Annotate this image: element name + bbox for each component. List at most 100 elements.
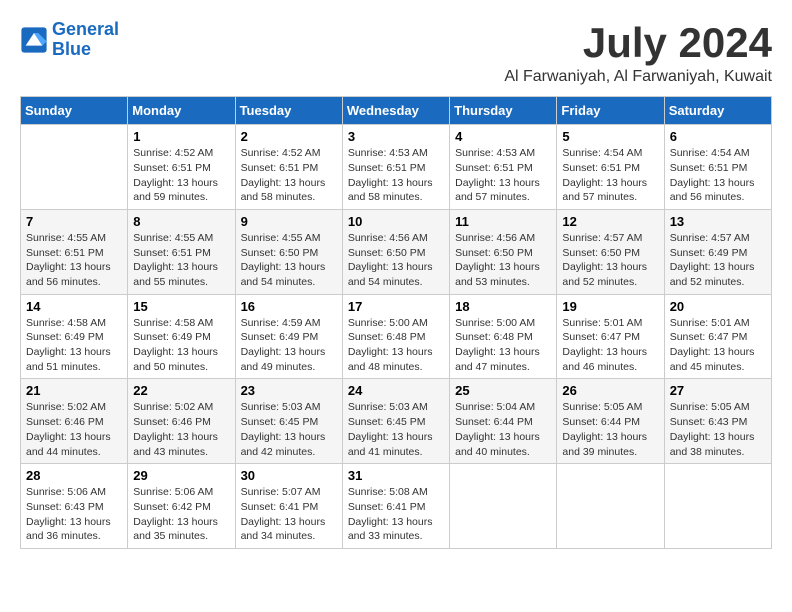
day-number: 4: [455, 129, 551, 144]
day-number: 15: [133, 299, 229, 314]
day-number: 10: [348, 214, 444, 229]
day-number: 2: [241, 129, 337, 144]
day-number: 22: [133, 383, 229, 398]
calendar-cell: 5Sunrise: 4:54 AM Sunset: 6:51 PM Daylig…: [557, 125, 664, 210]
header-sunday: Sunday: [21, 97, 128, 125]
day-info: Sunrise: 5:01 AM Sunset: 6:47 PM Dayligh…: [562, 316, 658, 375]
logo-line1: General: [52, 19, 119, 39]
month-title: July 2024: [504, 20, 772, 66]
logo-icon: [20, 26, 48, 54]
day-info: Sunrise: 5:08 AM Sunset: 6:41 PM Dayligh…: [348, 485, 444, 544]
day-info: Sunrise: 5:07 AM Sunset: 6:41 PM Dayligh…: [241, 485, 337, 544]
day-info: Sunrise: 5:06 AM Sunset: 6:42 PM Dayligh…: [133, 485, 229, 544]
calendar-cell: 18 Sunrise: 5:00 AM Sunset: 6:48 PM Dayli…: [450, 294, 557, 379]
day-info: Sunrise: 5:04 AM Sunset: 6:44 PM Dayligh…: [455, 400, 551, 459]
day-number: 27: [670, 383, 766, 398]
calendar-cell: 21Sunrise: 5:02 AM Sunset: 6:46 PM Dayli…: [21, 379, 128, 464]
calendar-cell: 31 Sunrise: 5:08 AM Sunset: 6:41 PM Dayli…: [342, 464, 449, 549]
header-thursday: Thursday: [450, 97, 557, 125]
day-number: 29: [133, 468, 229, 483]
day-number: 8: [133, 214, 229, 229]
week-row-5: 28Sunrise: 5:06 AM Sunset: 6:43 PM Dayli…: [21, 464, 772, 549]
calendar-table: SundayMondayTuesdayWednesdayThursdayFrid…: [20, 96, 772, 549]
day-number: 18: [455, 299, 551, 314]
day-number: 31: [348, 468, 444, 483]
calendar-cell: 1Sunrise: 4:52 AM Sunset: 6:51 PM Daylig…: [128, 125, 235, 210]
day-number: 25: [455, 383, 551, 398]
calendar-cell: 26 Sunrise: 5:05 AM Sunset: 6:44 PM Dayli…: [557, 379, 664, 464]
week-row-3: 14Sunrise: 4:58 AM Sunset: 6:49 PM Dayli…: [21, 294, 772, 379]
day-number: 9: [241, 214, 337, 229]
day-info: Sunrise: 5:05 AM Sunset: 6:43 PM Dayligh…: [670, 400, 766, 459]
calendar-cell: 30 Sunrise: 5:07 AM Sunset: 6:41 PM Dayli…: [235, 464, 342, 549]
calendar-cell: 13 Sunrise: 4:57 AM Sunset: 6:49 PM Dayli…: [664, 209, 771, 294]
day-number: 17: [348, 299, 444, 314]
day-info: Sunrise: 4:58 AM Sunset: 6:49 PM Dayligh…: [26, 316, 122, 375]
day-number: 11: [455, 214, 551, 229]
day-number: 30: [241, 468, 337, 483]
header-friday: Friday: [557, 97, 664, 125]
day-number: 26: [562, 383, 658, 398]
day-info: Sunrise: 5:02 AM Sunset: 6:46 PM Dayligh…: [133, 400, 229, 459]
day-info: Sunrise: 4:55 AM Sunset: 6:51 PM Dayligh…: [26, 231, 122, 290]
calendar-cell: 17 Sunrise: 5:00 AM Sunset: 6:48 PM Dayli…: [342, 294, 449, 379]
calendar-cell: 16 Sunrise: 4:59 AM Sunset: 6:49 PM Dayli…: [235, 294, 342, 379]
day-info: Sunrise: 4:56 AM Sunset: 6:50 PM Dayligh…: [455, 231, 551, 290]
week-row-1: 1 Sunrise: 4:52 AM Sunset: 6:51 PM Daylig…: [21, 125, 772, 210]
day-info: Sunrise: 4:53 AM Sunset: 6:51 PM Dayligh…: [455, 146, 551, 205]
calendar-cell: [21, 125, 128, 210]
header-tuesday: Tuesday: [235, 97, 342, 125]
calendar-cell: 12Sunrise: 4:57 AM Sunset: 6:50 PM Dayli…: [557, 209, 664, 294]
logo-line2: Blue: [52, 39, 91, 59]
day-info: Sunrise: 4:55 AM Sunset: 6:51 PM Dayligh…: [133, 231, 229, 290]
day-info: Sunrise: 5:03 AM Sunset: 6:45 PM Dayligh…: [241, 400, 337, 459]
day-info: Sunrise: 4:54 AM Sunset: 6:51 PM Dayligh…: [670, 146, 766, 205]
day-info: Sunrise: 5:03 AM Sunset: 6:45 PM Dayligh…: [348, 400, 444, 459]
day-number: 12: [562, 214, 658, 229]
day-number: 24: [348, 383, 444, 398]
day-info: Sunrise: 5:06 AM Sunset: 6:43 PM Dayligh…: [26, 485, 122, 544]
day-info: Sunrise: 4:59 AM Sunset: 6:49 PM Dayligh…: [241, 316, 337, 375]
day-number: 20: [670, 299, 766, 314]
header-saturday: Saturday: [664, 97, 771, 125]
calendar-cell: 2 Sunrise: 4:52 AM Sunset: 6:51 PM Daylig…: [235, 125, 342, 210]
day-number: 21: [26, 383, 122, 398]
calendar-cell: 14Sunrise: 4:58 AM Sunset: 6:49 PM Dayli…: [21, 294, 128, 379]
day-info: Sunrise: 5:00 AM Sunset: 6:48 PM Dayligh…: [348, 316, 444, 375]
day-info: Sunrise: 4:52 AM Sunset: 6:51 PM Dayligh…: [241, 146, 337, 205]
title-area: July 2024 Al Farwaniyah, Al Farwaniyah, …: [504, 20, 772, 86]
location-title: Al Farwaniyah, Al Farwaniyah, Kuwait: [504, 68, 772, 86]
day-info: Sunrise: 5:00 AM Sunset: 6:48 PM Dayligh…: [455, 316, 551, 375]
day-info: Sunrise: 4:53 AM Sunset: 6:51 PM Dayligh…: [348, 146, 444, 205]
day-number: 1: [133, 129, 229, 144]
week-row-2: 7 Sunrise: 4:55 AM Sunset: 6:51 PM Daylig…: [21, 209, 772, 294]
calendar-cell: 23Sunrise: 5:03 AM Sunset: 6:45 PM Dayli…: [235, 379, 342, 464]
header-row: SundayMondayTuesdayWednesdayThursdayFrid…: [21, 97, 772, 125]
calendar-cell: 3Sunrise: 4:53 AM Sunset: 6:51 PM Daylig…: [342, 125, 449, 210]
day-info: Sunrise: 4:56 AM Sunset: 6:50 PM Dayligh…: [348, 231, 444, 290]
day-info: Sunrise: 4:57 AM Sunset: 6:49 PM Dayligh…: [670, 231, 766, 290]
week-row-4: 21 Sunrise: 5:02 AM Sunset: 6:46 PM Dayli…: [21, 379, 772, 464]
calendar-cell: 20Sunrise: 5:01 AM Sunset: 6:47 PM Dayli…: [664, 294, 771, 379]
day-number: 16: [241, 299, 337, 314]
calendar-cell: 24 Sunrise: 5:03 AM Sunset: 6:45 PM Dayli…: [342, 379, 449, 464]
calendar-cell: 6 Sunrise: 4:54 AM Sunset: 6:51 PM Daylig…: [664, 125, 771, 210]
day-info: Sunrise: 4:55 AM Sunset: 6:50 PM Dayligh…: [241, 231, 337, 290]
day-info: Sunrise: 5:05 AM Sunset: 6:44 PM Dayligh…: [562, 400, 658, 459]
header-monday: Monday: [128, 97, 235, 125]
calendar-cell: 28Sunrise: 5:06 AM Sunset: 6:43 PM Dayli…: [21, 464, 128, 549]
calendar-cell: [557, 464, 664, 549]
day-info: Sunrise: 4:54 AM Sunset: 6:51 PM Dayligh…: [562, 146, 658, 205]
header-wednesday: Wednesday: [342, 97, 449, 125]
logo-text: General Blue: [52, 20, 119, 60]
calendar-cell: 4 Sunrise: 4:53 AM Sunset: 6:51 PM Daylig…: [450, 125, 557, 210]
day-number: 7: [26, 214, 122, 229]
calendar-cell: 22 Sunrise: 5:02 AM Sunset: 6:46 PM Dayli…: [128, 379, 235, 464]
page-header: General Blue July 2024 Al Farwaniyah, Al…: [20, 20, 772, 86]
day-info: Sunrise: 4:58 AM Sunset: 6:49 PM Dayligh…: [133, 316, 229, 375]
calendar-cell: 27 Sunrise: 5:05 AM Sunset: 6:43 PM Dayli…: [664, 379, 771, 464]
calendar-cell: 15 Sunrise: 4:58 AM Sunset: 6:49 PM Dayli…: [128, 294, 235, 379]
day-number: 6: [670, 129, 766, 144]
day-number: 13: [670, 214, 766, 229]
calendar-cell: [664, 464, 771, 549]
